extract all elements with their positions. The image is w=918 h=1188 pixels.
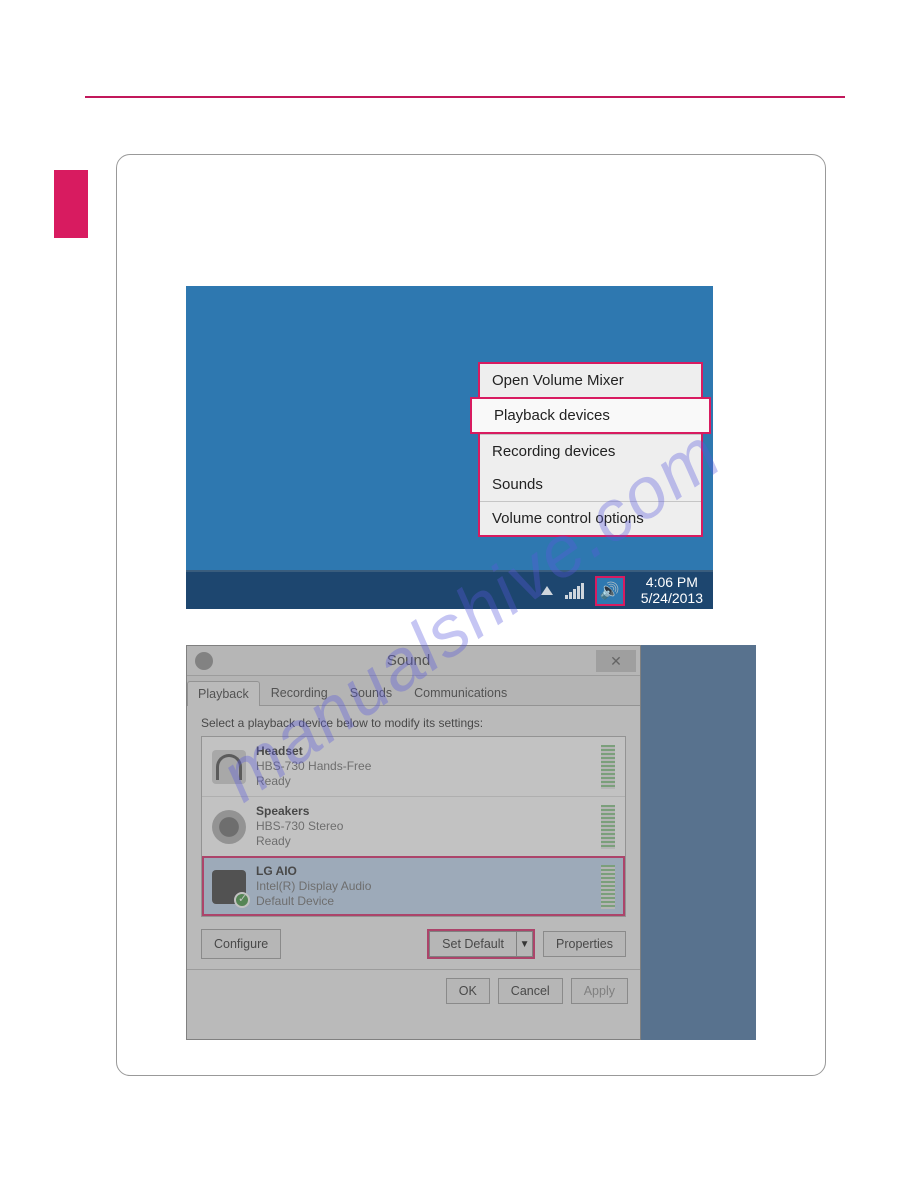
tray-time: 4:06 PM: [641, 575, 703, 590]
tab-sounds[interactable]: Sounds: [339, 680, 403, 705]
page-top-rule: [85, 96, 845, 98]
configure-button[interactable]: Configure: [201, 929, 281, 959]
monitor-icon: [212, 870, 246, 904]
tray-clock[interactable]: 4:06 PM 5/24/2013: [641, 575, 703, 606]
properties-button[interactable]: Properties: [543, 931, 626, 957]
device-name: LG AIO: [256, 864, 591, 879]
volume-tray-button[interactable]: 🔊: [595, 576, 625, 606]
headset-icon: [212, 750, 246, 784]
figure-card: Open Volume Mixer Playback devices Recor…: [116, 154, 826, 1076]
device-row-headset[interactable]: Headset HBS-730 Hands-Free Ready: [202, 737, 625, 796]
chevron-down-icon[interactable]: ▼: [517, 931, 533, 957]
tab-playback[interactable]: Playback: [187, 681, 260, 706]
speaker-device-icon: [212, 810, 246, 844]
sound-tabs: Playback Recording Sounds Communications: [187, 676, 640, 706]
device-status: Ready: [256, 774, 591, 789]
sound-titlebar: Sound ✕: [187, 646, 640, 676]
sound-window-icon: [195, 652, 213, 670]
ctx-playback-devices[interactable]: Playback devices: [470, 397, 711, 434]
sound-window: Sound ✕ Playback Recording Sounds Commun…: [186, 645, 641, 1040]
sound-instruction: Select a playback device below to modify…: [201, 716, 626, 730]
device-desc: HBS-730 Hands-Free: [256, 759, 591, 774]
tab-recording[interactable]: Recording: [260, 680, 339, 705]
speaker-icon: 🔊: [600, 581, 620, 601]
playback-device-list: Headset HBS-730 Hands-Free Ready Speaker…: [201, 736, 626, 917]
apply-button[interactable]: Apply: [571, 978, 628, 1004]
device-row-speakers[interactable]: Speakers HBS-730 Stereo Ready: [202, 796, 625, 856]
level-meter-icon: [601, 805, 615, 849]
network-icon[interactable]: [565, 583, 585, 599]
taskbar: 🔊 4:06 PM 5/24/2013: [186, 570, 713, 609]
tab-communications[interactable]: Communications: [403, 680, 518, 705]
device-status: Default Device: [256, 894, 591, 909]
volume-context-menu: Open Volume Mixer Playback devices Recor…: [478, 362, 703, 537]
ctx-volume-control-options[interactable]: Volume control options: [480, 501, 701, 535]
ctx-sounds[interactable]: Sounds: [480, 468, 701, 501]
device-row-lg-aio[interactable]: LG AIO Intel(R) Display Audio Default De…: [202, 856, 625, 916]
close-button[interactable]: ✕: [596, 650, 636, 672]
set-default-button[interactable]: Set Default: [429, 931, 517, 957]
screenshot-tray-menu: Open Volume Mixer Playback devices Recor…: [186, 286, 713, 609]
sound-footer: OK Cancel Apply: [187, 969, 640, 1012]
ctx-recording-devices[interactable]: Recording devices: [480, 434, 701, 468]
tray-date: 5/24/2013: [641, 591, 703, 606]
device-desc: Intel(R) Display Audio: [256, 879, 591, 894]
device-name: Speakers: [256, 804, 591, 819]
ctx-open-volume-mixer[interactable]: Open Volume Mixer: [480, 364, 701, 397]
default-check-icon: [234, 892, 250, 908]
page-side-tab: [54, 170, 88, 238]
set-default-split-button[interactable]: Set Default ▼: [427, 929, 535, 959]
device-status: Ready: [256, 834, 591, 849]
cancel-button[interactable]: Cancel: [498, 978, 563, 1004]
level-meter-icon: [601, 745, 615, 789]
sound-title: Sound: [221, 652, 596, 669]
ok-button[interactable]: OK: [446, 978, 490, 1004]
level-meter-icon: [601, 865, 615, 909]
device-desc: HBS-730 Stereo: [256, 819, 591, 834]
tray-show-hidden-icon[interactable]: [541, 586, 553, 595]
device-name: Headset: [256, 744, 591, 759]
screenshot-sound-dialog: Sound ✕ Playback Recording Sounds Commun…: [186, 645, 756, 1040]
